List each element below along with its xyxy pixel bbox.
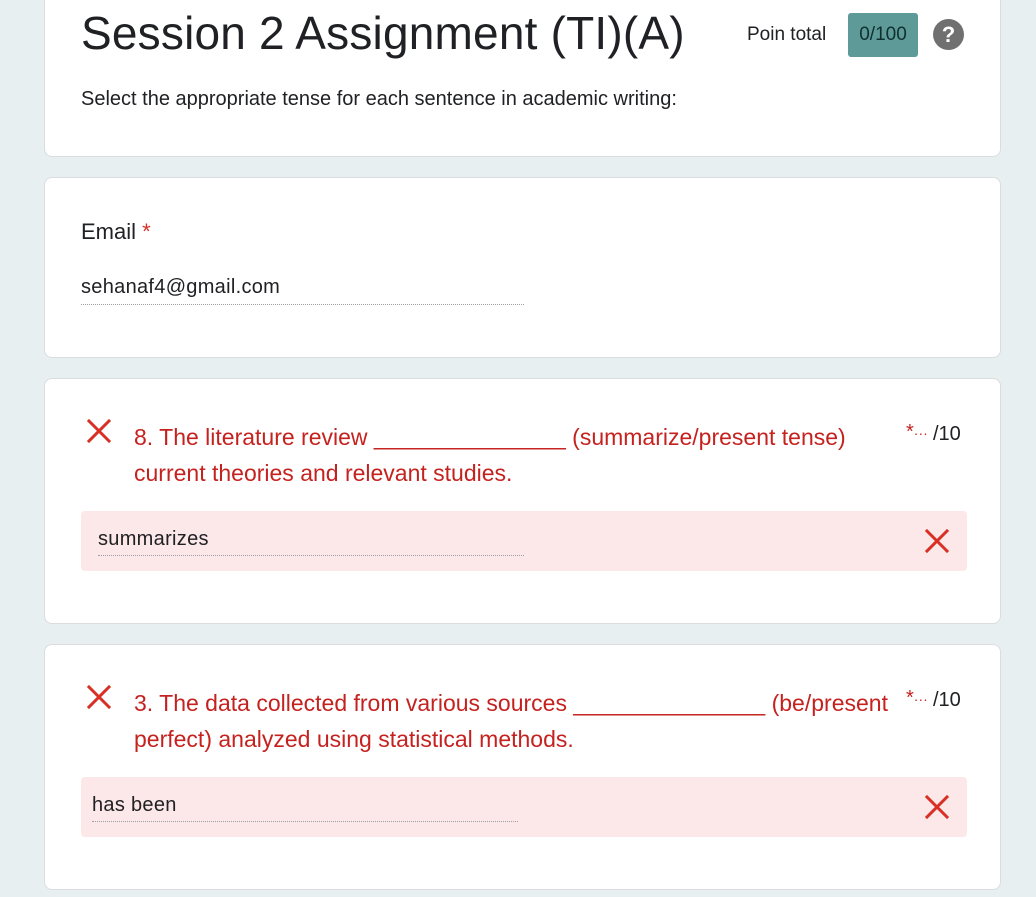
email-card: Email * sehanaf4@gmail.com <box>44 177 1001 358</box>
form-description: Select the appropriate tense for each se… <box>81 88 677 110</box>
question-mark-icon[interactable]: ? <box>933 19 964 50</box>
required-asterisk: * <box>142 219 151 244</box>
question-card: 3. The data collected from various sourc… <box>44 644 1001 890</box>
form-title: Session 2 Assignment (TI)(A) <box>81 7 685 59</box>
close-icon <box>924 794 950 820</box>
question-card: 8. The literature review _______________… <box>44 378 1001 624</box>
close-icon <box>86 418 112 444</box>
question-required-marker: *··· <box>906 421 928 444</box>
points-total-badge: 0/100 <box>848 13 918 57</box>
more-dots-icon: ··· <box>913 691 928 707</box>
points-total-label: Poin total <box>747 24 827 45</box>
answer-text: has been <box>92 794 518 822</box>
question-score: /10 <box>933 689 961 711</box>
question-text: 3. The data collected from various sourc… <box>134 690 888 752</box>
email-field: sehanaf4@gmail.com <box>81 276 524 305</box>
question-required-marker: *··· <box>906 687 928 710</box>
answer-box: summarizes <box>81 511 967 571</box>
answer-box: has been <box>81 777 967 837</box>
answer-text: summarizes <box>98 528 524 556</box>
question-score: /10 <box>933 423 961 445</box>
required-asterisk: * <box>906 687 914 709</box>
email-label: Email * <box>81 219 151 245</box>
close-icon <box>86 684 112 710</box>
more-dots-icon: ··· <box>913 425 928 441</box>
form-header-card: Session 2 Assignment (TI)(A) Poin total … <box>44 0 1001 157</box>
question-text: 8. The literature review _______________… <box>134 424 846 486</box>
required-asterisk: * <box>906 421 914 443</box>
email-label-text: Email <box>81 219 137 244</box>
close-icon <box>924 528 950 554</box>
